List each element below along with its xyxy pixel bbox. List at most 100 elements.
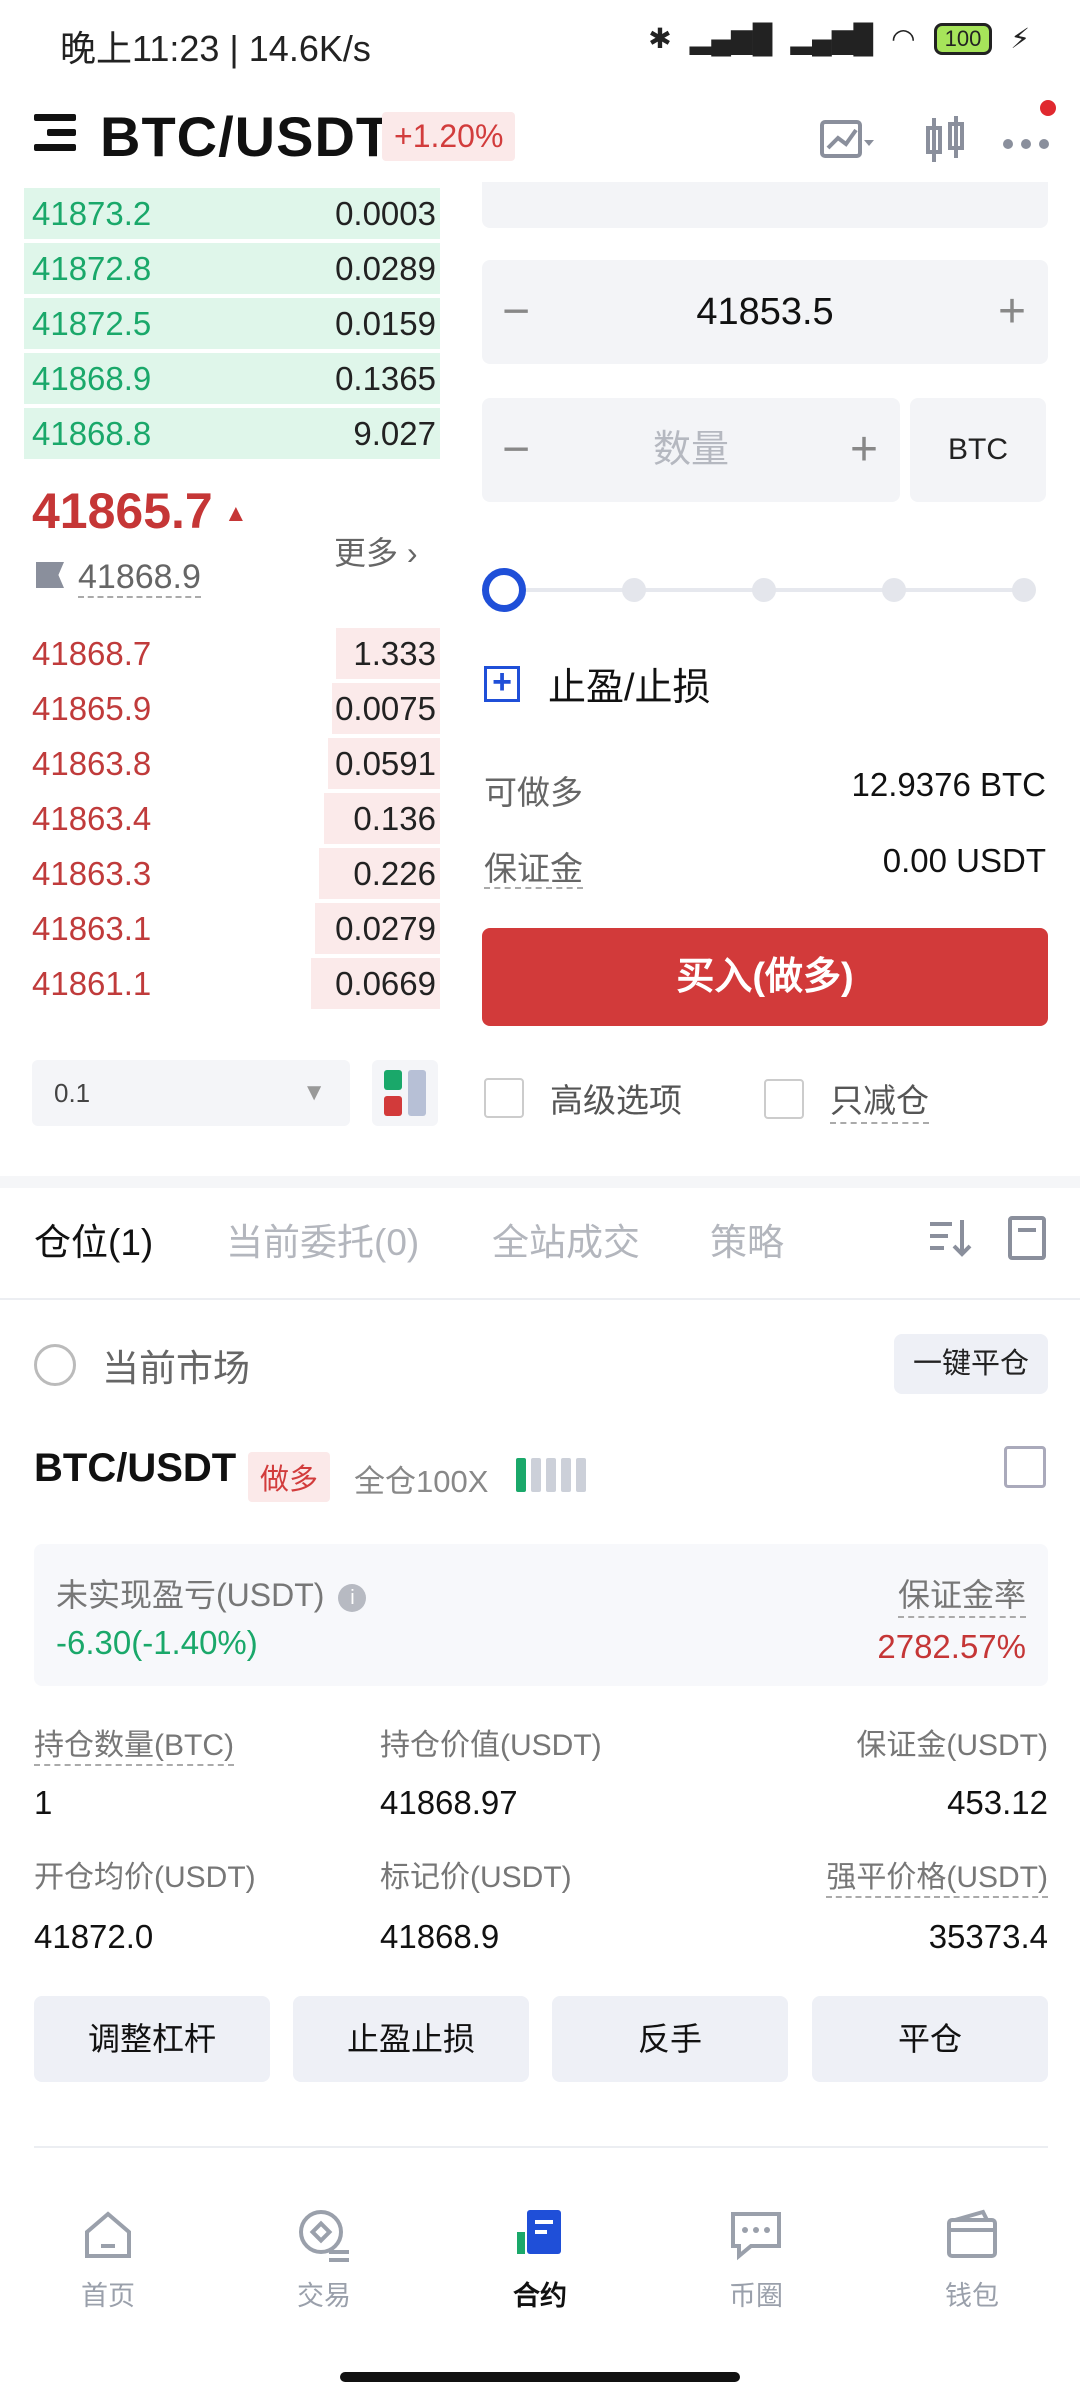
ask-price: 41873.2: [32, 195, 152, 232]
nav-trade-label: 交易: [297, 2281, 351, 2311]
chart-icon[interactable]: [816, 110, 876, 170]
ask-price: 41868.9: [32, 360, 152, 397]
document-icon[interactable]: [1004, 1214, 1052, 1262]
depth-step-value: 0.1: [54, 1078, 91, 1108]
tpsl-button[interactable]: 止盈止损: [293, 1996, 529, 2082]
ask-row[interactable]: 41872.5 0.0159: [24, 296, 440, 351]
margin-label[interactable]: 保证金: [484, 850, 583, 889]
adjust-leverage-button[interactable]: 调整杠杆: [34, 1996, 270, 2082]
margin-ratio-value: 2782.57%: [877, 1628, 1026, 1665]
bid-price: 41863.4: [32, 800, 152, 837]
ask-price: 41872.5: [32, 305, 152, 342]
bid-row[interactable]: 41865.9 0.0075: [24, 681, 440, 736]
qty-plus-button[interactable]: +: [850, 398, 878, 502]
ask-row[interactable]: 41868.9 0.1365: [24, 351, 440, 406]
nav-community[interactable]: 币圈: [686, 2206, 826, 2313]
slider-step-50[interactable]: [752, 578, 776, 602]
bid-price: 41863.1: [32, 910, 152, 947]
pair-title[interactable]: BTC/USDT: [100, 104, 391, 169]
bid-price: 41863.3: [32, 855, 152, 892]
bid-row[interactable]: 41863.8 0.0591: [24, 736, 440, 791]
current-market-filter[interactable]: 当前市场: [34, 1338, 250, 1392]
nav-contract[interactable]: 合约: [470, 2206, 610, 2313]
quantity-field[interactable]: − 数量 +: [482, 398, 900, 502]
bid-row[interactable]: 41868.7 1.333: [24, 626, 440, 681]
status-bar: 晚上11:23 | 14.6K/s ✱ ▂▄▆█ ▂▄▆█ ◠ 100 ⚡: [0, 0, 1080, 86]
mark-price: 41868.9: [78, 558, 201, 598]
slider-knob[interactable]: [482, 568, 526, 612]
section-divider: [0, 1176, 1080, 1188]
tab-strategy[interactable]: 策略: [710, 1212, 784, 1266]
ask-row[interactable]: 41872.8 0.0289: [24, 241, 440, 296]
risk-bar-4: [561, 1458, 571, 1492]
unrealized-pnl-label: 未实现盈亏(USDT) i: [56, 1570, 367, 1616]
position-size-value: 1: [34, 1784, 53, 1821]
price-value[interactable]: 41853.5: [482, 260, 1048, 364]
close-position-button[interactable]: 平仓: [812, 1996, 1048, 2082]
price-field[interactable]: − 41853.5 +: [482, 260, 1048, 364]
buy-long-button[interactable]: 买入(做多): [482, 928, 1048, 1026]
order-type-field[interactable]: [482, 182, 1048, 228]
pnl-box: 未实现盈亏(USDT) i -6.30(-1.40%) 保证金率 2782.57%: [34, 1544, 1048, 1686]
liq-price-label[interactable]: 强平价格(USDT): [826, 1852, 1048, 1898]
entry-price-label: 开仓均价(USDT): [34, 1861, 256, 1894]
home-icon: [79, 2206, 137, 2264]
more-icon[interactable]: [996, 110, 1056, 170]
ask-row[interactable]: 41868.8 9.027: [24, 406, 440, 461]
charging-icon: ⚡: [1010, 23, 1030, 54]
slider-step-25[interactable]: [622, 578, 646, 602]
candlestick-icon[interactable]: [916, 110, 976, 170]
margin-ratio-label[interactable]: 保证金率: [897, 1570, 1026, 1618]
position-margin-value: 453.12: [947, 1784, 1048, 1821]
nav-home[interactable]: 首页: [38, 2206, 178, 2313]
reverse-button[interactable]: 反手: [552, 1996, 788, 2082]
chat-icon: [727, 2206, 785, 2264]
nav-wallet[interactable]: 钱包: [902, 2206, 1042, 2313]
bid-row[interactable]: 41863.3 0.226: [24, 846, 440, 901]
home-indicator[interactable]: [340, 2372, 740, 2382]
more-link[interactable]: 更多 ›: [334, 528, 418, 574]
bid-price: 41861.1: [32, 965, 152, 1002]
can-long-row: 可做多 12.9376 BTC: [484, 766, 1046, 814]
bid-qty: 0.0279: [335, 910, 436, 947]
current-market-label: 当前市场: [102, 1348, 250, 1389]
menu-icon[interactable]: [34, 114, 76, 154]
reduce-only-label: 只减仓: [830, 1074, 929, 1124]
bid-row[interactable]: 41863.4 0.136: [24, 791, 440, 846]
risk-level-bars: [516, 1458, 586, 1492]
nav-trade[interactable]: 交易: [254, 2206, 394, 2313]
ask-qty: 0.0159: [335, 305, 436, 342]
sort-icon[interactable]: [926, 1214, 974, 1262]
bid-qty: 0.136: [353, 800, 436, 837]
depth-step-select[interactable]: 0.1 ▼: [32, 1060, 350, 1126]
bid-qty: 0.0591: [335, 745, 436, 782]
bid-qty: 1.333: [353, 635, 436, 672]
close-all-button[interactable]: 一键平仓: [894, 1334, 1048, 1394]
position-size-label[interactable]: 持仓数量(BTC): [34, 1720, 234, 1766]
ask-row[interactable]: 41873.2 0.0003: [24, 186, 440, 241]
unrealized-pnl-value: -6.30(-1.40%): [56, 1624, 258, 1661]
reduce-only-checkbox[interactable]: 只减仓: [764, 1074, 929, 1124]
risk-bar-5: [576, 1458, 586, 1492]
signal-icon-2: ▂▄▆█: [790, 23, 874, 54]
bid-qty: 0.0669: [335, 965, 436, 1002]
bid-row[interactable]: 41863.1 0.0279: [24, 901, 440, 956]
info-icon[interactable]: i: [338, 1583, 367, 1612]
share-icon[interactable]: [1004, 1446, 1046, 1488]
tpsl-toggle[interactable]: + 止盈/止损: [484, 656, 711, 711]
risk-bar-2: [531, 1458, 541, 1492]
tab-open-orders[interactable]: 当前委托(0): [226, 1212, 419, 1266]
tab-market-trades[interactable]: 全站成交: [492, 1212, 640, 1266]
unit-selector[interactable]: BTC: [910, 398, 1046, 502]
slider-step-100[interactable]: [1012, 578, 1036, 602]
book-layout-icon[interactable]: [372, 1060, 438, 1126]
bid-row[interactable]: 41861.1 0.0669: [24, 956, 440, 1011]
quantity-input[interactable]: 数量: [482, 398, 900, 502]
tab-positions[interactable]: 仓位(1): [34, 1212, 153, 1266]
slider-step-75[interactable]: [882, 578, 906, 602]
price-plus-button[interactable]: +: [998, 260, 1026, 364]
nav-contract-label: 合约: [513, 2281, 567, 2311]
position-pair[interactable]: BTC/USDT: [34, 1446, 236, 1491]
price-change-badge: +1.20%: [382, 112, 516, 161]
advanced-options-checkbox[interactable]: 高级选项: [484, 1074, 682, 1122]
